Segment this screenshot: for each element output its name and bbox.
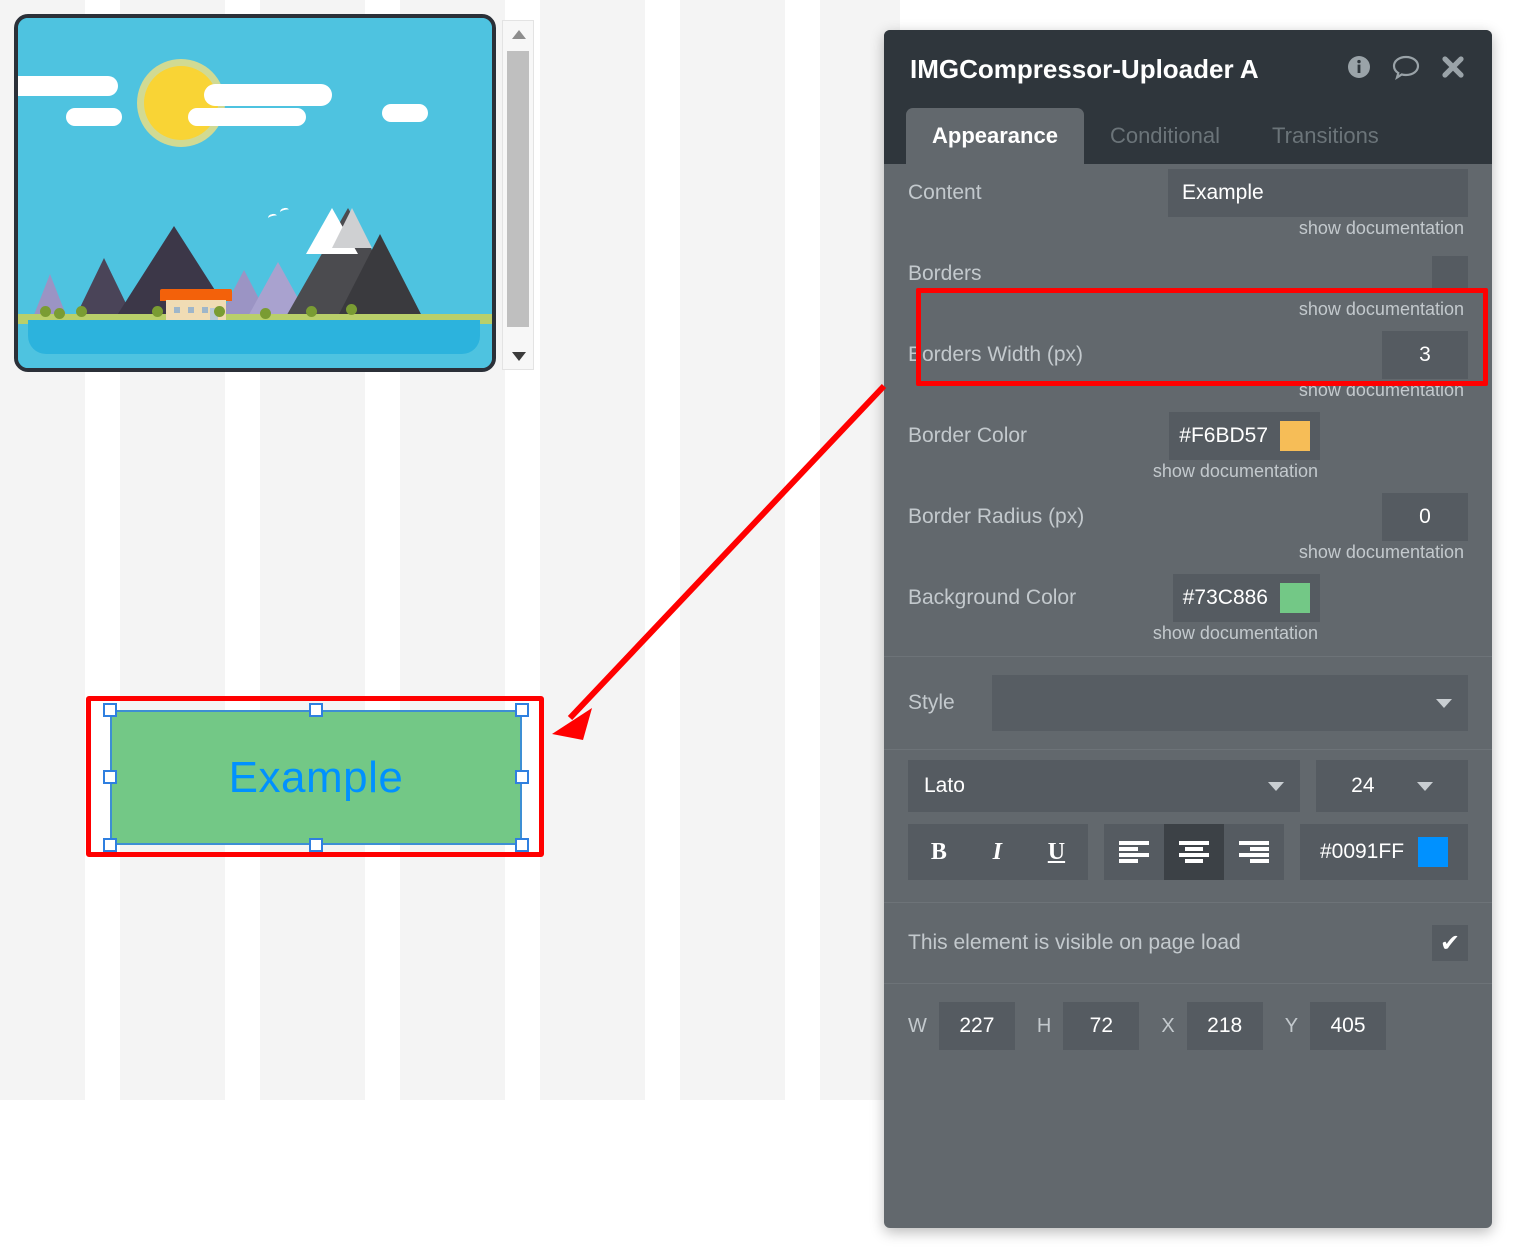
border-color-label: Border Color: [908, 424, 1028, 447]
panel-tabs[interactable]: Appearance Conditional Transitions: [884, 108, 1492, 164]
property-content: Content Example show documentation: [884, 164, 1492, 239]
align-right-button[interactable]: [1224, 824, 1284, 880]
house-window: [188, 307, 194, 313]
cloud: [188, 108, 306, 126]
align-right-icon: [1239, 841, 1269, 863]
height-input[interactable]: 72: [1063, 1002, 1140, 1050]
border-color-input[interactable]: #F6BD57: [1169, 412, 1320, 460]
text-style-group[interactable]: B I U: [908, 824, 1088, 880]
panel-title: IMGCompressor-Uploader A: [910, 53, 1259, 84]
background-color-value: #73C886: [1182, 586, 1268, 609]
tree: [76, 306, 87, 317]
property-background-color: Background Color #73C886 show documentat…: [884, 569, 1492, 644]
scroll-down-icon[interactable]: [503, 343, 535, 369]
align-center-icon: [1179, 841, 1209, 863]
x-label: X: [1161, 1014, 1175, 1037]
text-align-group[interactable]: [1104, 824, 1284, 880]
close-icon[interactable]: [1440, 54, 1466, 85]
background-color-swatch[interactable]: [1280, 583, 1310, 613]
annotation-highlight-borders: [916, 288, 1488, 386]
border-radius-label: Border Radius (px): [908, 505, 1085, 528]
annotation-highlight-element: [86, 696, 544, 857]
border-color-swatch[interactable]: [1280, 421, 1310, 451]
show-documentation-link[interactable]: show documentation: [908, 461, 1468, 482]
underline-button[interactable]: U: [1048, 839, 1065, 866]
content-input[interactable]: Example: [1168, 169, 1468, 217]
info-icon[interactable]: [1346, 54, 1372, 85]
show-documentation-link[interactable]: show documentation: [908, 218, 1468, 239]
text-color-swatch[interactable]: [1418, 837, 1449, 867]
landscape-illustration: [14, 14, 496, 372]
tree: [260, 308, 271, 319]
text-color-input[interactable]: #0091FF: [1300, 824, 1468, 880]
image-widget[interactable]: [14, 14, 534, 376]
visibility-row: This element is visible on page load ✔: [884, 903, 1492, 983]
properties-panel[interactable]: IMGCompressor-Uploader A Appearance Cond…: [884, 30, 1492, 1228]
tree: [346, 304, 357, 315]
chevron-down-icon: [1436, 698, 1452, 708]
canvas-bottom-area: [0, 1100, 900, 1260]
borders-checkbox[interactable]: [1432, 256, 1468, 292]
scroll-up-icon[interactable]: [503, 21, 535, 47]
tab-conditional[interactable]: Conditional: [1084, 108, 1246, 164]
align-left-button[interactable]: [1104, 824, 1164, 880]
style-dropdown[interactable]: [992, 675, 1468, 731]
text-color-value: #0091FF: [1319, 840, 1405, 863]
font-row: Lato 24: [884, 750, 1492, 812]
font-size-value: 24: [1351, 774, 1375, 797]
italic-button[interactable]: I: [993, 839, 1002, 866]
borders-label: Borders: [908, 262, 982, 285]
tab-appearance[interactable]: Appearance: [906, 108, 1084, 164]
panel-titlebar: IMGCompressor-Uploader A: [884, 30, 1492, 108]
show-documentation-link[interactable]: show documentation: [908, 623, 1468, 644]
visibility-label: This element is visible on page load: [908, 931, 1241, 954]
y-input[interactable]: 405: [1310, 1002, 1387, 1050]
style-label: Style: [908, 691, 955, 714]
comment-icon[interactable]: [1392, 54, 1420, 85]
align-center-button[interactable]: [1164, 824, 1224, 880]
bold-button[interactable]: B: [931, 839, 947, 866]
cloud: [66, 108, 122, 126]
cloud: [204, 84, 332, 106]
cloud: [18, 76, 118, 96]
tree: [40, 306, 51, 317]
house-window: [174, 307, 180, 313]
chevron-down-icon: [1416, 781, 1433, 791]
property-border-radius: Border Radius (px) 0 show documentation: [884, 488, 1492, 563]
background-color-label: Background Color: [908, 586, 1077, 609]
chevron-down-icon: [1268, 781, 1284, 791]
font-family-dropdown[interactable]: Lato: [908, 760, 1300, 812]
y-label: Y: [1284, 1014, 1299, 1037]
font-family-value: Lato: [924, 774, 965, 797]
tree: [214, 306, 225, 317]
tree: [54, 308, 65, 319]
font-size-dropdown[interactable]: 24: [1316, 760, 1468, 812]
geometry-row: W 227 H 72 X 218 Y 405: [884, 984, 1492, 1068]
background-color-input[interactable]: #73C886: [1172, 574, 1320, 622]
content-label: Content: [908, 181, 982, 204]
cloud: [382, 104, 428, 122]
property-border-color: Border Color #F6BD57 show documentation: [884, 407, 1492, 482]
image-scrollbar[interactable]: [502, 20, 534, 370]
align-left-icon: [1119, 841, 1149, 863]
tab-transitions[interactable]: Transitions: [1246, 108, 1405, 164]
lake: [28, 320, 480, 354]
scrollbar-thumb[interactable]: [507, 51, 529, 327]
height-label: H: [1036, 1014, 1052, 1037]
house-window: [202, 307, 208, 313]
visibility-checkbox[interactable]: ✔: [1432, 925, 1468, 961]
property-style: Style: [884, 657, 1492, 749]
tree: [306, 306, 317, 317]
width-label: W: [908, 1014, 927, 1037]
titlebar-icons: [1346, 54, 1466, 85]
border-radius-input[interactable]: 0: [1382, 493, 1468, 541]
border-color-value: #F6BD57: [1179, 424, 1268, 447]
x-input[interactable]: 218: [1186, 1002, 1263, 1050]
format-row: B I U #0091FF: [884, 812, 1492, 880]
width-input[interactable]: 227: [938, 1002, 1015, 1050]
show-documentation-link[interactable]: show documentation: [908, 542, 1468, 563]
tree: [152, 306, 163, 317]
